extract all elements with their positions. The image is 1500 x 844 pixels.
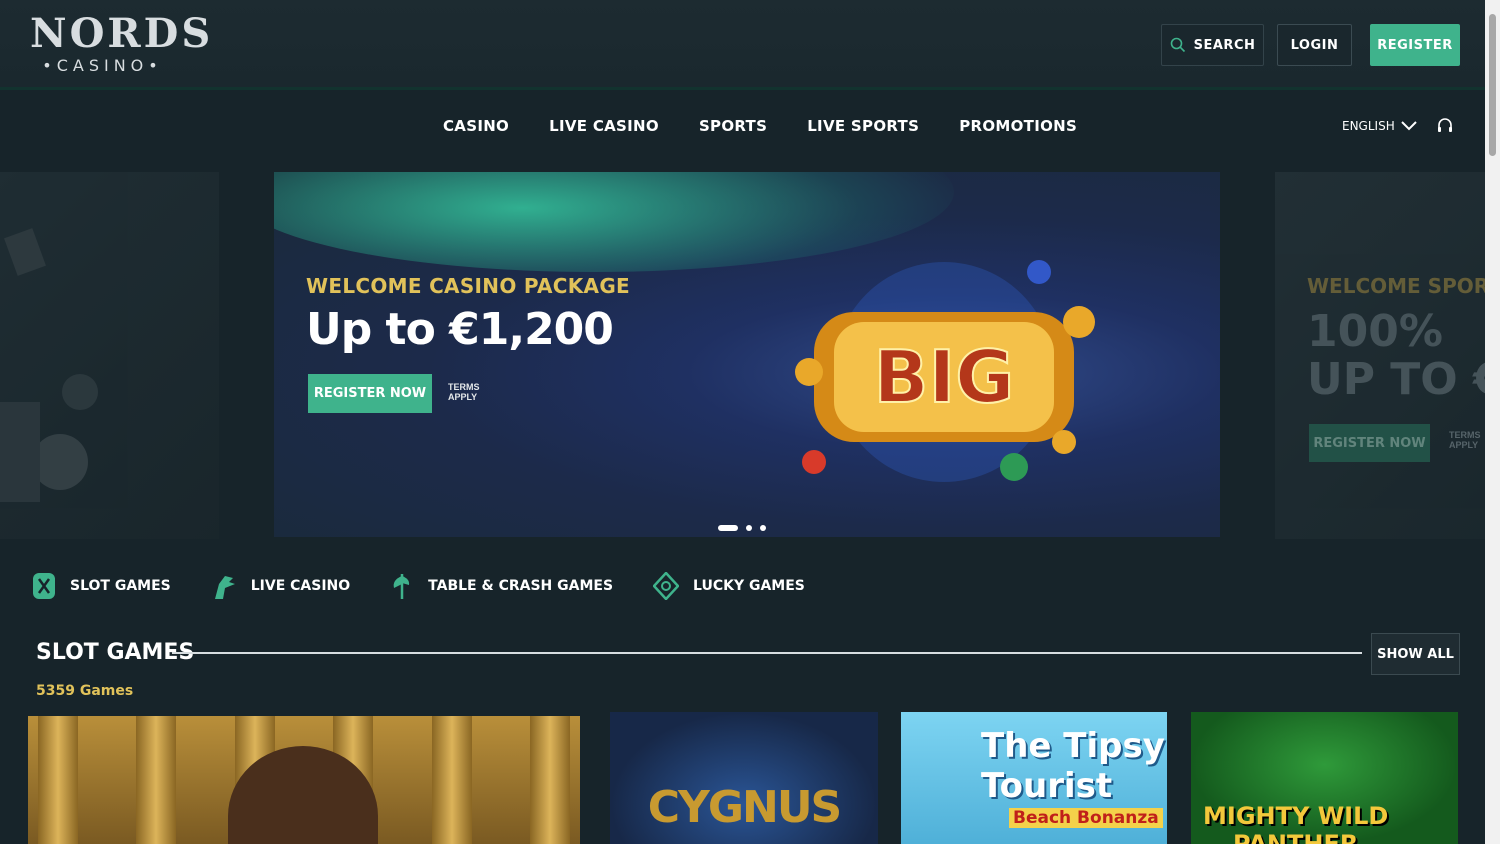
terms-line1: TERMS — [448, 382, 480, 392]
language-selector[interactable]: ENGLISH — [1342, 119, 1417, 133]
game-title-cygnus: CYGNUS — [647, 782, 843, 833]
section-divider — [172, 652, 1362, 654]
category-label: SLOT GAMES — [70, 578, 171, 594]
pillar — [38, 716, 78, 844]
search-button[interactable]: SEARCH — [1161, 24, 1264, 66]
carousel-dot-2[interactable] — [746, 525, 752, 531]
carousel-active-slide[interactable]: WELCOME CASINO PACKAGE Up to €1,200 REGI… — [274, 172, 1220, 537]
terms-apply-link[interactable]: TERMS APPLY — [448, 382, 480, 402]
category-live-casino[interactable]: LIVE CASINO — [211, 572, 350, 600]
register-now-button[interactable]: REGISTER NOW — [308, 374, 432, 413]
panther-title-line1: MIGHTY WILD — [1203, 802, 1389, 830]
chevron-down-icon — [1401, 121, 1417, 131]
game-title-tipsy-tourist: The Tipsy Tourist — [981, 726, 1165, 806]
chips-image — [0, 228, 98, 502]
game-title-mighty-wild-panther: MIGHTY WILD PANTHER — [1203, 802, 1388, 844]
page-scrollbar[interactable] — [1485, 0, 1500, 844]
category-table-crash-games[interactable]: TABLE & CRASH GAMES — [390, 572, 613, 600]
site-header: NORDS •CASINO• SEARCH LOGIN REGISTER — [0, 0, 1485, 90]
show-all-button[interactable]: SHOW ALL — [1371, 633, 1460, 675]
panther-title-line2: PANTHER — [1232, 830, 1359, 844]
rune-slot-icon — [33, 573, 55, 599]
search-icon — [1170, 37, 1185, 53]
game-tile-tipsy-tourist[interactable]: The Tipsy Tourist Beach Bonanza — [901, 712, 1167, 844]
next-slide-terms-line1: TERMS — [1449, 430, 1481, 440]
next-slide-terms-line2: APPLY — [1449, 440, 1479, 450]
nav-item-casino[interactable]: CASINO — [443, 117, 509, 135]
next-slide-headline-line2: UP TO € — [1307, 354, 1485, 405]
carousel-dot-1[interactable] — [718, 525, 738, 531]
nav-item-promotions[interactable]: PROMOTIONS — [959, 117, 1077, 135]
big-win-slot-image: BIG — [795, 260, 1095, 482]
game-tile-cygnus[interactable]: CYGNUS — [610, 712, 878, 844]
next-slide-headline: 100% UP TO € — [1307, 308, 1485, 404]
logo-sub-text: •CASINO• — [42, 56, 163, 75]
category-label: LIVE CASINO — [250, 578, 351, 594]
game-tile-mighty-wild-panther[interactable]: MIGHTY WILD PANTHER — [1191, 712, 1458, 844]
logo-main-text: NORDS — [30, 10, 214, 57]
scrollbar-thumb[interactable] — [1489, 14, 1496, 156]
slide-subtitle: WELCOME CASINO PACKAGE — [306, 274, 631, 298]
support-button[interactable] — [1436, 117, 1454, 140]
nav-item-sports[interactable]: SPORTS — [699, 117, 767, 135]
category-label: LUCKY GAMES — [693, 578, 805, 594]
game-tile-book[interactable] — [28, 716, 580, 844]
category-label: TABLE & CRASH GAMES — [428, 578, 614, 594]
tipsy-title-line1: The Tipsy — [981, 726, 1165, 766]
next-slide-register-button[interactable]: REGISTER NOW — [1309, 424, 1430, 462]
carousel-dot-3[interactable] — [760, 525, 766, 531]
category-slot-games[interactable]: SLOT GAMES — [32, 572, 171, 600]
svg-text:BIG: BIG — [874, 335, 1015, 419]
dragon-head-icon — [214, 576, 235, 599]
game-subtitle-beach-bonanza: Beach Bonanza — [1009, 808, 1163, 828]
language-label: ENGLISH — [1342, 119, 1395, 133]
section-title: SLOT GAMES — [36, 640, 195, 665]
nords-casino-logo[interactable]: NORDS •CASINO• — [30, 10, 214, 82]
pillar — [136, 716, 177, 844]
headset-icon — [1438, 118, 1452, 132]
games-count: 5359 Games — [36, 683, 134, 699]
next-slide-headline-line1: 100% — [1307, 306, 1443, 357]
pillar — [529, 716, 570, 844]
login-button[interactable]: LOGIN — [1277, 24, 1352, 66]
nav-item-live-sports[interactable]: LIVE SPORTS — [807, 117, 919, 135]
search-label: SEARCH — [1193, 37, 1256, 53]
celtic-knot-icon — [653, 572, 680, 600]
carousel-prev-slide[interactable] — [0, 172, 219, 539]
next-slide-subtitle: WELCOME SPORTS B — [1307, 274, 1485, 298]
carousel-dots — [718, 525, 766, 531]
category-lucky-games[interactable]: LUCKY GAMES — [653, 572, 805, 600]
nav-item-live-casino[interactable]: LIVE CASINO — [549, 117, 659, 135]
pillar — [431, 716, 472, 844]
tipsy-title-line2: Tourist — [981, 766, 1113, 806]
slide-headline: Up to €1,200 — [306, 304, 614, 355]
terms-line2: APPLY — [448, 392, 478, 402]
axe-icon — [393, 574, 410, 599]
category-bar: SLOT GAMES LIVE CASINO TABLE & CRASH GAM… — [32, 572, 805, 600]
carousel-next-slide[interactable]: WELCOME SPORTS B 100% UP TO € REGISTER N… — [1275, 172, 1485, 539]
main-nav: CASINO LIVE CASINO SPORTS LIVE SPORTS PR… — [0, 93, 1485, 163]
next-slide-terms[interactable]: TERMS APPLY — [1449, 430, 1481, 450]
register-button[interactable]: REGISTER — [1370, 24, 1460, 66]
